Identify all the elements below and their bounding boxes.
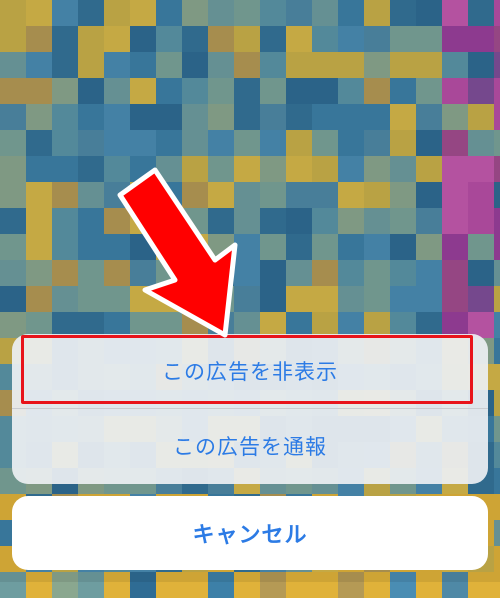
cancel-label: キャンセル [192,523,308,548]
cancel-button[interactable]: キャンセル [12,496,488,570]
red-arrow-icon [117,167,238,338]
report-ad-button[interactable]: この広告を通報 [12,409,488,483]
backdrop-dim [0,0,500,582]
highlight-box [21,335,473,404]
report-ad-label: この広告を通報 [173,435,327,459]
